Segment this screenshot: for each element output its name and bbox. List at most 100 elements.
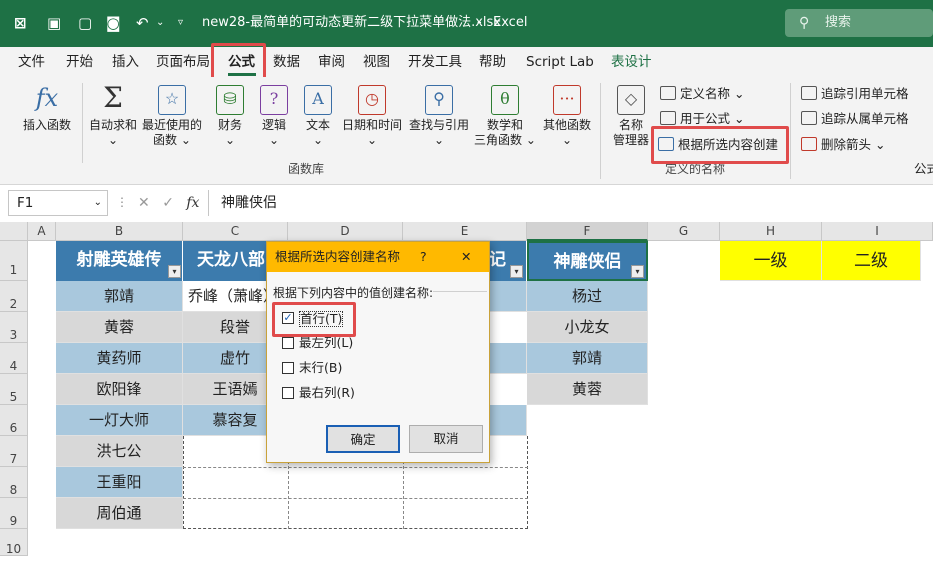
text-functions-button[interactable]: A 文本 ⌄ — [298, 85, 338, 148]
checkbox-left-column[interactable] — [282, 337, 294, 349]
tab-review[interactable]: 审阅 — [318, 54, 345, 71]
row-header[interactable]: 7 — [0, 436, 28, 467]
autosum-button[interactable]: Σ 自动求和 ⌄ — [86, 84, 140, 148]
filter-dropdown-icon[interactable]: ▾ — [510, 265, 523, 278]
tab-home[interactable]: 开始 — [66, 54, 93, 71]
row-header[interactable]: 8 — [0, 467, 28, 498]
math-trig-button[interactable]: θ 数学和 三角函数 ⌄ — [474, 85, 536, 148]
row-header[interactable]: 9 — [0, 498, 28, 529]
column-header-c[interactable]: C — [183, 222, 288, 241]
title-bar: ⊠ ▣ ▢ ◙ ↶ ⌄ ▿ new28-最简单的可动态更新二级下拉菜单做法.xl… — [0, 0, 933, 47]
table-cell[interactable]: 黄蓉 — [56, 312, 183, 343]
table-cell[interactable]: 洪七公 — [56, 436, 183, 467]
right-column-label: 最右列(R) — [299, 385, 355, 400]
filter-dropdown-icon[interactable]: ▾ — [168, 265, 181, 278]
formula-auditing-label: 公式 — [914, 161, 933, 176]
left-column-label: 最左列(L) — [299, 335, 354, 350]
search-input[interactable]: ⚲ 搜索 — [785, 9, 933, 37]
table-header-cell-selected[interactable]: 神雕侠侣 — [527, 241, 648, 281]
help-icon[interactable]: ? — [420, 242, 427, 272]
close-icon[interactable]: ✕ — [461, 242, 471, 272]
tab-file[interactable]: 文件 — [18, 54, 45, 71]
table-cell[interactable] — [490, 405, 527, 436]
trace-dependents-button[interactable]: 追踪从属单元格 — [801, 111, 909, 127]
table-cell[interactable]: 黄蓉 — [527, 374, 648, 405]
checkbox-bottom-row[interactable] — [282, 362, 294, 374]
row-header[interactable]: 5 — [0, 374, 28, 405]
filter-dropdown-icon[interactable]: ▾ — [631, 265, 644, 278]
more-functions-button[interactable]: ··· 其他函数 ⌄ — [538, 85, 596, 148]
column-header-a[interactable]: A — [28, 222, 56, 241]
remove-arrows-icon — [801, 137, 817, 151]
level-one-cell[interactable]: 一级 — [720, 241, 822, 281]
table-cell[interactable]: 周伯通 — [56, 498, 183, 529]
fx-icon: fx — [35, 84, 59, 112]
select-all-corner[interactable] — [0, 222, 28, 241]
insert-function-icon[interactable]: fx — [186, 195, 199, 211]
save-icon[interactable]: ▣ — [47, 14, 61, 32]
column-header-g[interactable]: G — [648, 222, 720, 241]
column-header-i[interactable]: I — [822, 222, 933, 241]
new-file-icon[interactable]: ▢ — [78, 14, 92, 32]
level-two-cell[interactable]: 二级 — [822, 241, 921, 281]
name-manager-button[interactable]: ◇ 名称 管理器 — [608, 85, 654, 148]
column-header-b[interactable]: B — [56, 222, 183, 241]
tab-view[interactable]: 视图 — [363, 54, 390, 71]
undo-dropdown-icon[interactable]: ⌄ — [156, 14, 164, 32]
dialog-prompt: 根据下列内容中的值创建名称: — [273, 286, 434, 300]
date-time-button[interactable]: ◷ 日期和时间 ⌄ — [340, 85, 404, 148]
column-header-f[interactable]: F — [527, 222, 648, 241]
row-header[interactable]: 6 — [0, 405, 28, 436]
checkbox-right-column[interactable] — [282, 387, 294, 399]
table-cell[interactable]: 一灯大师 — [56, 405, 183, 436]
highlight-create-from-selection — [651, 126, 789, 164]
table-header-cell[interactable]: 射雕英雄传 — [56, 241, 183, 281]
tab-help[interactable]: 帮助 — [479, 54, 506, 71]
logical-button[interactable]: ? 逻辑 ⌄ — [254, 85, 294, 148]
tab-script-lab[interactable]: Script Lab — [526, 54, 594, 71]
row-header[interactable]: 4 — [0, 343, 28, 374]
trace-precedents-button[interactable]: 追踪引用单元格 — [801, 86, 909, 102]
table-cell[interactable]: 欧阳锋 — [56, 374, 183, 405]
column-header-e[interactable]: E — [403, 222, 527, 241]
camera-icon[interactable]: ◙ — [106, 14, 121, 32]
row-header[interactable]: 3 — [0, 312, 28, 343]
formula-input[interactable]: 神雕侠侣 — [208, 190, 933, 216]
table-cell[interactable] — [490, 281, 527, 312]
tab-insert[interactable]: 插入 — [112, 54, 139, 71]
tab-developer[interactable]: 开发工具 — [408, 54, 462, 71]
table-cell[interactable]: 杨过 — [527, 281, 648, 312]
insert-function-button[interactable]: fx 插入函数 — [18, 85, 76, 133]
table-cell[interactable]: 王重阳 — [56, 467, 183, 498]
table-cell[interactable]: 郭靖 — [56, 281, 183, 312]
undo-icon[interactable]: ↶ — [136, 14, 149, 32]
customize-toolbar-icon[interactable]: ▿ — [178, 14, 183, 32]
highlight-formulas-tab — [211, 43, 266, 81]
tab-page-layout[interactable]: 页面布局 — [156, 54, 210, 71]
column-header-d[interactable]: D — [288, 222, 403, 241]
tab-data[interactable]: 数据 — [273, 54, 300, 71]
table-cell[interactable]: 黄药师 — [56, 343, 183, 374]
define-name-button[interactable]: 定义名称 ⌄ — [660, 86, 744, 102]
cancel-edit-icon[interactable]: ✕ — [138, 195, 150, 211]
row-header[interactable]: 1 — [0, 241, 28, 281]
table-cell[interactable]: 郭靖 — [527, 343, 648, 374]
name-box[interactable]: F1 ⌄ — [8, 190, 108, 216]
tab-table-design[interactable]: 表设计 — [611, 54, 652, 71]
remove-arrows-button[interactable]: 删除箭头 ⌄ — [801, 137, 885, 153]
formula-bar: F1 ⌄ ⋮ ✕ ✓ fx 神雕侠侣 — [0, 185, 933, 222]
trace-dependents-icon — [801, 111, 817, 125]
financial-button[interactable]: ⛁ 财务 ⌄ — [210, 85, 250, 148]
use-in-formula-button[interactable]: 用于公式 ⌄ — [660, 111, 744, 127]
ok-button[interactable]: 确定 — [326, 425, 400, 453]
cancel-button[interactable]: 取消 — [409, 425, 483, 453]
confirm-edit-icon[interactable]: ✓ — [162, 195, 174, 211]
row-header[interactable]: 10 — [0, 529, 28, 556]
ribbon-formulas: fx 插入函数 Σ 自动求和 ⌄ ☆ 最近使用的 函数 ⌄ ⛁ 财务 ⌄ ? 逻辑… — [0, 77, 933, 185]
lookup-reference-button[interactable]: ⚲ 查找与引用 ⌄ — [406, 85, 472, 148]
table-cell[interactable] — [490, 343, 527, 374]
table-cell[interactable]: 小龙女 — [527, 312, 648, 343]
column-header-h[interactable]: H — [720, 222, 822, 241]
recently-used-button[interactable]: ☆ 最近使用的 函数 ⌄ — [140, 85, 204, 148]
row-header[interactable]: 2 — [0, 281, 28, 312]
